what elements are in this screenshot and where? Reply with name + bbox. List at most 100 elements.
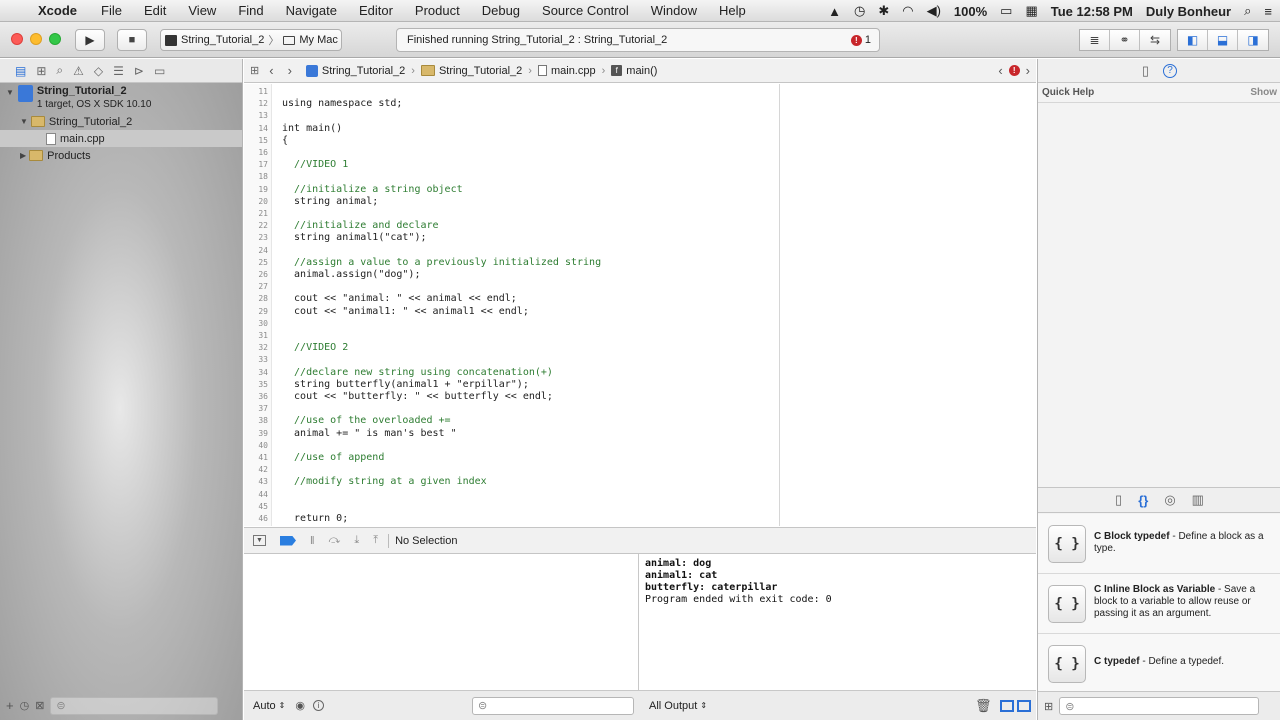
- tree-item-main-cpp[interactable]: main.cpp: [0, 130, 242, 147]
- variables-view[interactable]: [244, 554, 639, 690]
- line-number[interactable]: 40: [244, 441, 268, 450]
- show-variables-view-icon[interactable]: [1000, 699, 1014, 712]
- adobe-icon[interactable]: ▲: [828, 4, 841, 19]
- battery-icon[interactable]: ▭: [1000, 3, 1012, 19]
- line-number[interactable]: 15: [244, 136, 268, 145]
- wifi-icon[interactable]: ◠: [902, 3, 913, 19]
- related-items-icon[interactable]: ⊞: [250, 64, 259, 77]
- line-number[interactable]: 44: [244, 490, 268, 499]
- line-number[interactable]: 13: [244, 111, 268, 120]
- line-number[interactable]: 22: [244, 221, 268, 230]
- line-number[interactable]: 36: [244, 392, 268, 401]
- unsaved-files-icon[interactable]: ⊠: [35, 699, 44, 712]
- menu-source-control[interactable]: Source Control: [542, 3, 629, 18]
- line-number[interactable]: 24: [244, 246, 268, 255]
- line-number[interactable]: 27: [244, 282, 268, 291]
- battery-percent[interactable]: 100%: [954, 4, 987, 19]
- standard-editor-icon[interactable]: ≣: [1080, 30, 1110, 50]
- menu-view[interactable]: View: [188, 3, 216, 18]
- output-selector[interactable]: All Output ⇕: [649, 700, 707, 712]
- variables-filter-input[interactable]: ⊜: [472, 696, 634, 715]
- line-number[interactable]: 12: [244, 99, 268, 108]
- line-number[interactable]: 35: [244, 380, 268, 389]
- menu-product[interactable]: Product: [415, 3, 460, 18]
- run-button[interactable]: ▶: [75, 29, 105, 51]
- project-navigator-icon[interactable]: ▤: [15, 64, 26, 78]
- scope-selector[interactable]: Auto ⇕: [253, 700, 285, 712]
- line-number[interactable]: 38: [244, 416, 268, 425]
- line-number[interactable]: 14: [244, 124, 268, 133]
- line-number[interactable]: 37: [244, 404, 268, 413]
- bluetooth-icon[interactable]: ✱: [878, 3, 889, 19]
- show-button[interactable]: Show: [1250, 87, 1277, 98]
- line-number[interactable]: 39: [244, 429, 268, 438]
- quick-help-icon[interactable]: ?: [1163, 63, 1178, 78]
- recent-files-icon[interactable]: ◷: [20, 699, 30, 712]
- menu-clock[interactable]: Tue 12:58 PM: [1051, 4, 1133, 19]
- line-number[interactable]: 17: [244, 160, 268, 169]
- pause-icon[interactable]: ‖: [310, 535, 315, 547]
- library-filter-input[interactable]: ⊜: [1059, 697, 1260, 715]
- stop-button[interactable]: ■: [117, 29, 147, 51]
- menu-editor[interactable]: Editor: [359, 3, 393, 18]
- navigator-filter-input[interactable]: ⊜: [50, 696, 219, 715]
- console-output[interactable]: animal: dog animal1: cat butterfly: cate…: [640, 554, 1036, 690]
- notification-center-icon[interactable]: ≡: [1264, 4, 1272, 19]
- menu-app-name[interactable]: Xcode: [38, 3, 77, 18]
- object-library-icon[interactable]: ◎: [1164, 492, 1175, 508]
- line-number[interactable]: 26: [244, 270, 268, 279]
- trash-icon[interactable]: 🗑: [975, 698, 992, 714]
- source-editor[interactable]: 11 12 13 14 15 16 17 18 19 20 21 22 23 24 25 26 27 28 29 30…: [244, 84, 1036, 526]
- forward-icon[interactable]: ›: [288, 63, 292, 78]
- line-number[interactable]: 43: [244, 477, 268, 486]
- media-library-icon[interactable]: ▥: [1192, 492, 1204, 508]
- issue-navigator-icon[interactable]: ⚠: [73, 64, 84, 78]
- step-into-icon[interactable]: ⤓: [354, 534, 359, 547]
- line-number[interactable]: 32: [244, 343, 268, 352]
- test-navigator-icon[interactable]: ◇: [94, 64, 103, 78]
- next-issue-icon[interactable]: ›: [1026, 63, 1030, 78]
- line-number[interactable]: 29: [244, 307, 268, 316]
- debug-navigator-icon[interactable]: ☰: [113, 64, 124, 78]
- line-number[interactable]: 18: [244, 172, 268, 181]
- find-navigator-icon[interactable]: ⌕: [56, 63, 63, 78]
- library-item[interactable]: { } C Block typedef - Define a block as …: [1038, 514, 1280, 574]
- tree-item-group[interactable]: ▼ String_Tutorial_2: [0, 113, 242, 130]
- breadcrumb-function[interactable]: f main(): [611, 65, 657, 77]
- scheme-selector[interactable]: String_Tutorial_2 〉 My Mac: [160, 29, 342, 51]
- line-number[interactable]: 46: [244, 514, 268, 523]
- menu-help[interactable]: Help: [719, 3, 746, 18]
- symbol-navigator-icon[interactable]: ⊞: [36, 64, 46, 78]
- issue-indicator[interactable]: ! 1: [850, 34, 871, 46]
- line-number[interactable]: 33: [244, 355, 268, 364]
- line-number[interactable]: 19: [244, 185, 268, 194]
- tree-item-project[interactable]: ▼ String_Tutorial_2 1 target, OS X SDK 1…: [0, 85, 242, 113]
- time-machine-icon[interactable]: ◷: [854, 3, 865, 19]
- previous-issue-icon[interactable]: ‹: [998, 63, 1002, 78]
- step-out-icon[interactable]: ⤒: [373, 534, 378, 547]
- breakpoint-navigator-icon[interactable]: ⊳: [134, 64, 144, 78]
- close-window-button[interactable]: [11, 33, 23, 45]
- add-icon[interactable]: +: [6, 698, 14, 713]
- menu-navigate[interactable]: Navigate: [286, 3, 337, 18]
- error-icon[interactable]: !: [1008, 65, 1020, 76]
- line-number[interactable]: 23: [244, 233, 268, 242]
- calendar-icon[interactable]: ▦: [1025, 3, 1037, 19]
- assistant-editor-icon[interactable]: ⚭: [1110, 30, 1140, 50]
- line-number[interactable]: 42: [244, 465, 268, 474]
- grid-view-icon[interactable]: ⊞: [1044, 700, 1053, 713]
- breadcrumb-project[interactable]: String_Tutorial_2: [305, 64, 405, 77]
- menu-debug[interactable]: Debug: [482, 3, 520, 18]
- hide-debug-area-icon[interactable]: ▼: [253, 535, 266, 546]
- menu-edit[interactable]: Edit: [144, 3, 166, 18]
- line-number[interactable]: 28: [244, 294, 268, 303]
- back-icon[interactable]: ‹: [269, 63, 273, 78]
- line-number[interactable]: 11: [244, 87, 268, 96]
- line-number[interactable]: 20: [244, 197, 268, 206]
- volume-icon[interactable]: ◀): [927, 3, 941, 19]
- report-navigator-icon[interactable]: ▭: [154, 64, 165, 78]
- menu-find[interactable]: Find: [238, 3, 263, 18]
- line-number[interactable]: 16: [244, 148, 268, 157]
- breadcrumb-group[interactable]: String_Tutorial_2: [420, 65, 522, 77]
- minimize-window-button[interactable]: [30, 33, 42, 45]
